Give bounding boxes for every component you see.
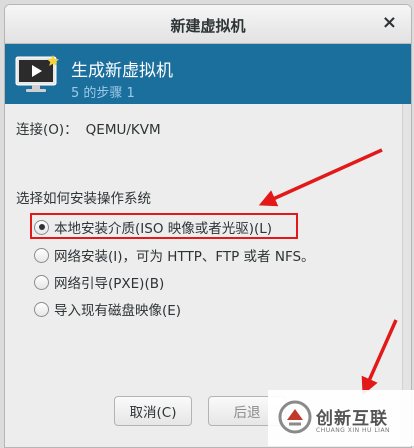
annotation-highlight-box <box>30 213 298 239</box>
cancel-button[interactable]: 取消(C) <box>114 396 192 426</box>
radio-button[interactable] <box>34 301 49 317</box>
window-title: 新建虚拟机 <box>170 17 246 35</box>
watermark: 创新互联 CHUANG XIN HU LIAN <box>268 390 414 446</box>
radio-label: 网络安装(I)，可为 HTTP、FTP 或者 NFS。 <box>54 249 315 265</box>
radio-network-boot[interactable]: 网络引导(PXE)(B) <box>34 271 164 293</box>
wizard-title: 生成新虚拟机 <box>71 61 173 81</box>
close-icon[interactable]: × <box>382 12 397 33</box>
monitor-play-icon <box>15 55 59 92</box>
radio-label: 导入现有磁盘映像(E) <box>54 303 182 319</box>
connection-value: QEMU/KVM <box>85 122 161 138</box>
watermark-text: 创新互联 <box>316 409 388 429</box>
radio-label: 网络引导(PXE)(B) <box>54 276 165 292</box>
titlebar: 新建虚拟机 × <box>5 5 411 44</box>
radio-button[interactable] <box>34 274 49 290</box>
install-method-question: 选择如何安装操作系统 <box>16 191 151 207</box>
radio-network-install[interactable]: 网络安装(I)，可为 HTTP、FTP 或者 NFS。 <box>34 244 315 266</box>
wizard-header: 生成新虚拟机 5 的步骤 1 <box>5 44 411 104</box>
watermark-subtext: CHUANG XIN HU LIAN <box>316 427 391 434</box>
radio-import-disk[interactable]: 导入现有磁盘映像(E) <box>34 298 181 320</box>
radio-button[interactable] <box>34 247 49 263</box>
connection-label: 连接(O)： <box>16 122 78 138</box>
connection-row: 连接(O)： QEMU/KVM <box>16 118 161 138</box>
wizard-step: 5 的步骤 1 <box>71 86 135 101</box>
watermark-logo-icon <box>278 400 312 434</box>
